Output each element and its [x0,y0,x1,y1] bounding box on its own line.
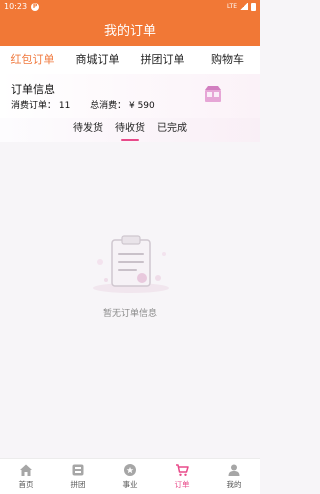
tab-shopping-cart[interactable]: 购物车 [195,46,260,74]
career-icon [124,464,136,476]
order-status-tabs: 待发货 待收货 已完成 [0,118,260,142]
network-label: LTE [227,3,237,10]
tab-mall-orders[interactable]: 商城订单 [65,46,130,74]
home-icon [20,464,32,476]
battery-icon [251,2,256,11]
nav-label-me: 我的 [226,480,242,489]
order-type-tabs: 红包订单 商城订单 拼团订单 购物车 [0,46,260,74]
order-stats: 消费订单： 11 总消费： ¥ 590 [11,98,155,111]
subtab-pending-receipt[interactable]: 待收货 [109,118,151,142]
app-notification-icon: P [31,2,40,11]
page-title-bar: 我的订单 [0,13,260,46]
cart-icon [176,464,189,476]
tab-group-orders[interactable]: 拼团订单 [130,46,195,74]
nav-item-orders[interactable]: 订单 [156,459,208,494]
nav-label-home: 首页 [18,480,34,489]
nav-item-home[interactable]: 首页 [0,459,52,494]
tab-red-packet-orders[interactable]: 红包订单 [0,46,65,74]
order-info-title: 订单信息 [11,83,55,96]
clipboard-icon [93,235,169,293]
nav-item-career[interactable]: 事业 [104,459,156,494]
subtab-completed[interactable]: 已完成 [151,118,193,142]
page-title: 我的订单 [103,24,156,39]
group-buy-icon [72,464,84,476]
nav-label-career: 事业 [122,480,138,489]
nav-label-group-buy: 拼团 [70,480,86,489]
signal-icon [240,3,248,10]
empty-state-message: 暂无订单信息 [102,309,157,319]
status-time: 10:23 [4,2,28,11]
total-spend-value: ¥ 590 [128,101,155,111]
nav-item-group-buy[interactable]: 拼团 [52,459,104,494]
order-count-value: 11 [58,101,71,111]
bottom-navigation: 首页 拼团 事业 订单 我的 [0,458,260,494]
user-icon [228,464,240,476]
subtab-pending-shipment[interactable]: 待发货 [67,118,109,142]
total-spend-label: 总消费： [90,101,127,111]
order-count-label: 消费订单： [11,101,57,111]
nav-label-orders: 订单 [174,480,190,489]
order-info-panel: 订单信息 消费订单： 11 总消费： ¥ 590 [0,74,260,118]
shop-illustration-icon [205,86,221,102]
nav-item-me[interactable]: 我的 [208,459,260,494]
status-bar: 10:23 P LTE [0,0,260,13]
